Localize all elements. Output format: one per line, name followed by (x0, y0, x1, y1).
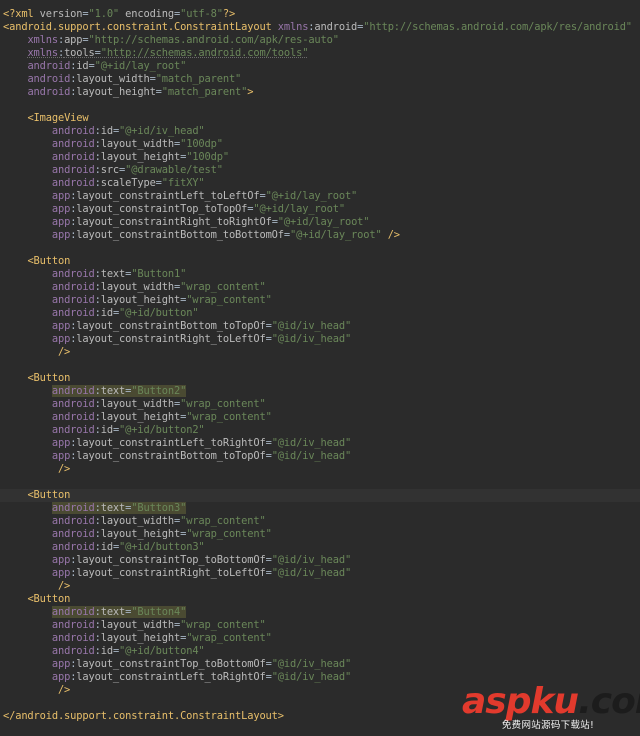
code-line[interactable]: app:layout_constraintLeft_toLeftOf="@+id… (0, 190, 640, 203)
code-line[interactable]: android:id="@+id/iv_head" (0, 125, 640, 138)
code-line[interactable]: android:layout_width="wrap_content" (0, 398, 640, 411)
code-line[interactable]: /> (0, 346, 640, 359)
code-line[interactable] (0, 242, 640, 255)
code-line[interactable]: android:text="Button1" (0, 268, 640, 281)
code-line[interactable]: android:text="Button4" (0, 606, 640, 619)
watermark-tld: .com (578, 681, 640, 722)
code-line[interactable]: android:id="@+id/button2" (0, 424, 640, 437)
code-line[interactable]: android:layout_height="100dp" (0, 151, 640, 164)
code-line[interactable]: app:layout_constraintRight_toLeftOf="@id… (0, 333, 640, 346)
code-line[interactable]: android:layout_width="wrap_content" (0, 281, 640, 294)
code-line[interactable]: app:layout_constraintTop_toTopOf="@+id/l… (0, 203, 640, 216)
code-line[interactable]: android:id="@+id/button" (0, 307, 640, 320)
watermark-brand: aspku (462, 681, 579, 722)
code-line[interactable]: android:scaleType="fitXY" (0, 177, 640, 190)
code-line[interactable]: app:layout_constraintBottom_toTopOf="@id… (0, 320, 640, 333)
code-line[interactable]: /> (0, 580, 640, 593)
code-line[interactable] (0, 99, 640, 112)
code-line[interactable]: <Button (0, 489, 640, 502)
code-line[interactable]: android:layout_height="wrap_content" (0, 411, 640, 424)
code-line[interactable]: android:layout_height="wrap_content" (0, 294, 640, 307)
code-line[interactable]: app:layout_constraintRight_toRightOf="@+… (0, 216, 640, 229)
code-editor[interactable]: <?xml version="1.0" encoding="utf-8"?> <a… (0, 0, 640, 736)
code-line[interactable]: android:layout_height="wrap_content" (0, 528, 640, 541)
code-line[interactable]: xmlns:app="http://schemas.android.com/ap… (0, 34, 640, 47)
code-line[interactable]: android:layout_width="100dp" (0, 138, 640, 151)
code-line[interactable]: android:src="@drawable/test" (0, 164, 640, 177)
code-line[interactable]: android:id="@+id/button4" (0, 645, 640, 658)
code-line[interactable]: /> (0, 463, 640, 476)
code-line[interactable]: android:id="@+id/button3" (0, 541, 640, 554)
code-line[interactable]: app:layout_constraintTop_toBottomOf="@id… (0, 554, 640, 567)
code-line[interactable]: android:text="Button2" (0, 385, 640, 398)
code-line[interactable]: android:layout_height="wrap_content" (0, 632, 640, 645)
code-line[interactable]: android:layout_width="match_parent" (0, 73, 640, 86)
code-line[interactable]: <Button (0, 255, 640, 268)
code-line[interactable]: <android.support.constraint.ConstraintLa… (0, 21, 640, 34)
code-line[interactable]: app:layout_constraintBottom_toBottomOf="… (0, 229, 640, 242)
code-line[interactable]: android:layout_width="wrap_content" (0, 515, 640, 528)
code-line[interactable]: app:layout_constraintRight_toLeftOf="@id… (0, 567, 640, 580)
code-line[interactable]: android:text="Button3" (0, 502, 640, 515)
code-line[interactable]: app:layout_constraintTop_toBottomOf="@id… (0, 658, 640, 671)
code-line[interactable]: app:layout_constraintLeft_toRightOf="@id… (0, 437, 640, 450)
watermark-logo: aspku.com 免费网站源码下载站! (462, 681, 640, 734)
code-line[interactable]: <ImageView (0, 112, 640, 125)
code-line[interactable]: android:layout_width="wrap_content" (0, 619, 640, 632)
code-line[interactable]: android:id="@+id/lay_root" (0, 60, 640, 73)
code-line[interactable]: android:layout_height="match_parent"> (0, 86, 640, 99)
code-line[interactable]: <Button (0, 372, 640, 385)
code-line[interactable]: xmlns:tools="http://schemas.android.com/… (0, 47, 640, 60)
code-line[interactable] (0, 359, 640, 372)
code-line[interactable]: app:layout_constraintBottom_toTopOf="@id… (0, 450, 640, 463)
code-line[interactable]: <?xml version="1.0" encoding="utf-8"?> (0, 8, 640, 21)
code-line[interactable] (0, 476, 640, 489)
code-line[interactable]: <Button (0, 593, 640, 606)
watermark-logo-text: aspku.com (462, 681, 640, 722)
